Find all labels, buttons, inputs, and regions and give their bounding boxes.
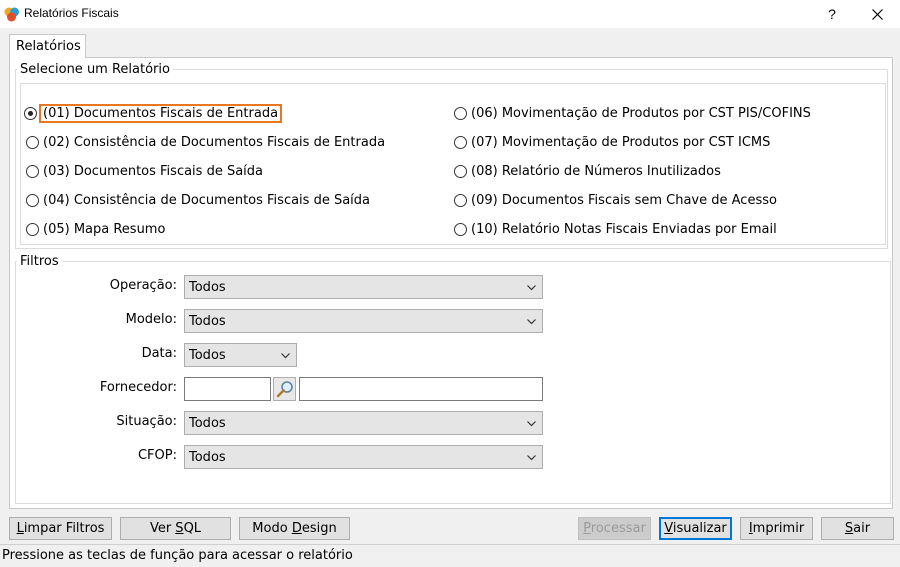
modelo-select[interactable]: Todos <box>184 309 543 333</box>
close-icon <box>872 9 883 20</box>
radio-icon <box>454 135 467 149</box>
report-option-04[interactable]: (04) Consistência de Documentos Fiscais … <box>26 190 370 210</box>
filters-group-legend: Filtros <box>17 254 62 269</box>
cfop-label: CFOP: <box>137 448 177 463</box>
help-button[interactable]: ? <box>820 0 844 28</box>
report-option-06[interactable]: (06) Movimentação de Produtos por CST PI… <box>454 103 811 123</box>
report-option-05[interactable]: (05) Mapa Resumo <box>26 219 165 239</box>
radio-icon <box>454 222 467 236</box>
report-option-10[interactable]: (10) Relatório Notas Fiscais Enviadas po… <box>454 219 777 239</box>
report-option-01[interactable]: (01) Documentos Fiscais de Entrada <box>24 103 283 123</box>
status-bar: Pressione as teclas de função para acess… <box>0 544 900 567</box>
radio-icon <box>454 164 467 178</box>
magnifier-icon <box>276 381 293 398</box>
fornecedor-name-input[interactable] <box>299 377 543 401</box>
report-option-03[interactable]: (03) Documentos Fiscais de Saída <box>26 161 263 181</box>
data-select[interactable]: Todos <box>184 343 297 367</box>
processar-button[interactable]: Processar <box>578 517 651 540</box>
radio-icon <box>454 193 467 207</box>
report-option-08[interactable]: (08) Relatório de Números Inutilizados <box>454 161 721 181</box>
report-option-label: (10) Relatório Notas Fiscais Enviadas po… <box>471 221 777 237</box>
data-value: Todos <box>189 348 226 363</box>
modelo-value: Todos <box>189 314 226 329</box>
data-label: Data: <box>141 346 177 361</box>
close-button[interactable] <box>862 0 892 28</box>
title-bar: Relatórios Fiscais ? <box>0 0 900 28</box>
report-option-07[interactable]: (07) Movimentação de Produtos por CST IC… <box>454 132 770 152</box>
cfop-select[interactable]: Todos <box>184 445 543 469</box>
modo-design-button[interactable]: Modo Design <box>239 517 350 540</box>
report-option-label: (08) Relatório de Números Inutilizados <box>471 163 721 179</box>
report-option-label: (06) Movimentação de Produtos por CST PI… <box>471 105 811 121</box>
operacao-value: Todos <box>189 280 226 295</box>
radio-icon <box>26 164 39 178</box>
report-option-02[interactable]: (02) Consistência de Documentos Fiscais … <box>26 132 385 152</box>
report-option-label: (02) Consistência de Documentos Fiscais … <box>43 134 386 150</box>
report-option-label: (09) Documentos Fiscais sem Chave de Ace… <box>471 192 777 208</box>
radio-selected-icon <box>24 106 37 120</box>
report-option-label: (03) Documentos Fiscais de Saída <box>43 163 264 179</box>
report-group-legend: Selecione um Relatório <box>17 62 173 77</box>
chevron-down-icon <box>527 285 536 291</box>
radio-icon <box>26 222 39 236</box>
situacao-select[interactable]: Todos <box>184 411 543 435</box>
report-option-09[interactable]: (09) Documentos Fiscais sem Chave de Ace… <box>454 190 777 210</box>
chevron-down-icon <box>527 455 536 461</box>
imprimir-button[interactable]: Imprimir <box>740 517 813 540</box>
app-icon <box>4 7 19 22</box>
report-option-label: (05) Mapa Resumo <box>43 221 166 237</box>
chevron-down-icon <box>527 421 536 427</box>
fornecedor-code-input[interactable] <box>184 377 271 401</box>
report-option-label: (04) Consistência de Documentos Fiscais … <box>43 192 371 208</box>
situacao-value: Todos <box>189 416 226 431</box>
sair-button[interactable]: Sair <box>821 517 894 540</box>
ver-sql-button[interactable]: Ver SQL <box>120 517 231 540</box>
report-option-label: (01) Documentos Fiscais de Entrada <box>38 103 283 123</box>
tab-relatorios[interactable]: Relatórios <box>9 34 86 58</box>
radio-icon <box>454 106 467 120</box>
operacao-label: Operação: <box>109 278 177 293</box>
window-title: Relatórios Fiscais <box>24 6 119 20</box>
radio-icon <box>26 193 39 207</box>
modelo-label: Modelo: <box>125 312 177 327</box>
limpar-filtros-button[interactable]: Limpar Filtros <box>9 517 112 540</box>
fornecedor-search-button[interactable] <box>273 377 296 401</box>
tab-label: Relatórios <box>16 39 81 54</box>
cfop-value: Todos <box>189 450 226 465</box>
fornecedor-label: Fornecedor: <box>99 380 177 395</box>
status-text: Pressione as teclas de função para acess… <box>2 548 353 563</box>
radio-icon <box>26 135 39 149</box>
operacao-select[interactable]: Todos <box>184 275 543 299</box>
visualizar-button[interactable]: Visualizar <box>659 517 732 540</box>
report-option-label: (07) Movimentação de Produtos por CST IC… <box>471 134 771 150</box>
situacao-label: Situação: <box>116 414 177 429</box>
chevron-down-icon <box>281 353 290 359</box>
chevron-down-icon <box>527 319 536 325</box>
